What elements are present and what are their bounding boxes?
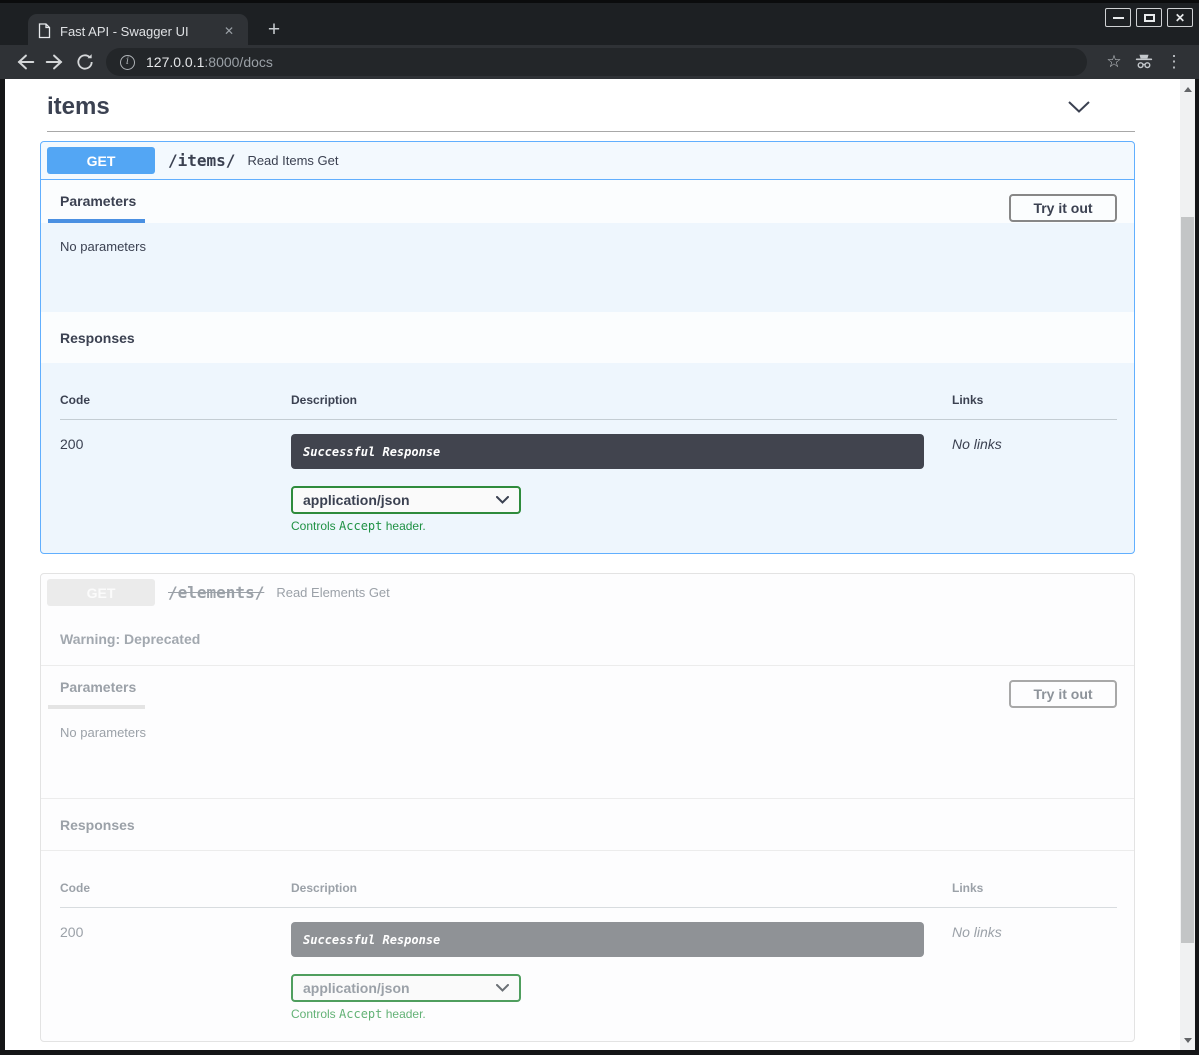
accept-code: Accept [339,519,382,533]
url-path: :8000/docs [204,54,273,70]
reload-button[interactable] [70,48,100,76]
response-description-cell: Successful Response application/json [291,922,952,1021]
parameters-tab-underline [48,219,145,223]
url-host: 127.0.0.1 [146,54,204,70]
swagger-content: items GET /items/ Read Items Get Para [5,79,1195,1042]
opblock-summary[interactable]: GET /items/ Read Items Get [41,142,1134,180]
opblock-get-elements-deprecated: GET /elements/ Read Elements Get Warning… [40,573,1135,1042]
back-button[interactable] [10,48,40,76]
forward-button[interactable] [40,48,70,76]
opblock-get-items: GET /items/ Read Items Get Parameters Tr… [40,141,1135,554]
parameters-tab-underline [48,705,145,709]
select-chevron-icon [496,496,509,504]
endpoint-path: /items/ [168,151,235,170]
close-icon: ✕ [1175,12,1185,24]
bookmark-star-icon[interactable]: ☆ [1099,48,1129,76]
responses-table: Code Description Links 200 Successful Re… [41,851,1134,1041]
links-value: No links [952,922,1117,1021]
vertical-scrollbar[interactable] [1180,79,1195,1050]
deprecated-warning: Warning: Deprecated [41,611,1134,665]
media-type-value: application/json [303,980,496,996]
responses-table: Code Description Links 200 Successful Re… [41,363,1134,553]
code-column-header: Code [60,881,291,907]
address-bar[interactable]: i 127.0.0.1:8000/docs [106,48,1087,76]
controls-accept-note: Controls Accept header. [291,519,952,533]
table-header-rule [60,419,1117,420]
tag-section-header[interactable]: items [40,87,1135,121]
url-text: 127.0.0.1:8000/docs [146,54,273,70]
tag-title: items [47,93,1068,121]
parameters-header: Parameters Try it out [41,665,1134,709]
response-description-box: Successful Response [291,922,924,957]
media-type-value: application/json [303,492,496,508]
page-viewport: items GET /items/ Read Items Get Para [5,79,1195,1050]
site-info-icon[interactable]: i [120,55,135,70]
endpoint-summary: Read Elements Get [276,585,389,600]
links-column-header: Links [952,393,1117,419]
browser-window: Fast API - Swagger UI ✕ + ✕ [0,0,1199,1055]
tab-close-icon[interactable]: ✕ [220,24,238,38]
new-tab-button[interactable]: + [260,17,288,43]
parameters-title: Parameters [60,193,1009,209]
scroll-up-icon [1184,87,1192,92]
scrollbar-thumb[interactable] [1181,217,1194,943]
opblock-summary[interactable]: GET /elements/ Read Elements Get [41,574,1134,611]
browser-tab[interactable]: Fast API - Swagger UI ✕ [28,14,248,48]
tab-title: Fast API - Swagger UI [60,24,220,39]
page-favicon-icon [38,23,51,39]
minimize-button[interactable] [1105,8,1131,27]
table-header-rule [60,907,1117,908]
maximize-icon [1144,14,1155,22]
media-type-select[interactable]: application/json [291,974,521,1002]
chevron-down-icon[interactable] [1068,101,1090,113]
no-parameters-text: No parameters [41,223,1134,312]
endpoint-path: /elements/ [168,583,264,602]
response-description-text: Successful Response [303,445,440,459]
response-description-text: Successful Response [303,933,440,947]
browser-toolbar: i 127.0.0.1:8000/docs ☆ ⋮ [0,45,1199,79]
links-value: No links [952,434,1117,533]
scroll-up-button[interactable] [1180,81,1195,97]
response-description-box: Successful Response [291,434,924,469]
close-button[interactable]: ✕ [1167,8,1193,27]
no-parameters-text: No parameters [41,709,1134,798]
controls-accept-note: Controls Accept header. [291,1007,952,1021]
method-badge: GET [47,147,155,174]
maximize-button[interactable] [1136,8,1162,27]
parameters-title: Parameters [60,679,1009,695]
tab-strip: Fast API - Swagger UI ✕ + ✕ [0,0,1199,45]
description-column-header: Description [291,393,952,419]
links-column-header: Links [952,881,1117,907]
response-description-cell: Successful Response application/json [291,434,952,533]
try-it-out-button[interactable]: Try it out [1009,680,1117,708]
incognito-icon [1129,48,1159,76]
window-controls: ✕ [1105,8,1193,27]
responses-title: Responses [41,312,1134,363]
scroll-down-button[interactable] [1180,1032,1195,1048]
accept-code: Accept [339,1007,382,1021]
minimize-icon [1113,17,1124,19]
browser-menu-button[interactable]: ⋮ [1159,48,1189,76]
description-column-header: Description [291,881,952,907]
response-code: 200 [60,434,291,533]
code-column-header: Code [60,393,291,419]
response-code: 200 [60,922,291,1021]
responses-title: Responses [41,798,1134,851]
endpoint-summary: Read Items Get [247,153,338,168]
parameters-header: Parameters Try it out [41,180,1134,223]
media-type-select[interactable]: application/json [291,486,521,514]
tag-divider [47,131,1135,132]
scroll-down-icon [1184,1038,1192,1043]
select-chevron-icon [496,984,509,992]
method-badge: GET [47,579,155,606]
try-it-out-button[interactable]: Try it out [1009,194,1117,222]
